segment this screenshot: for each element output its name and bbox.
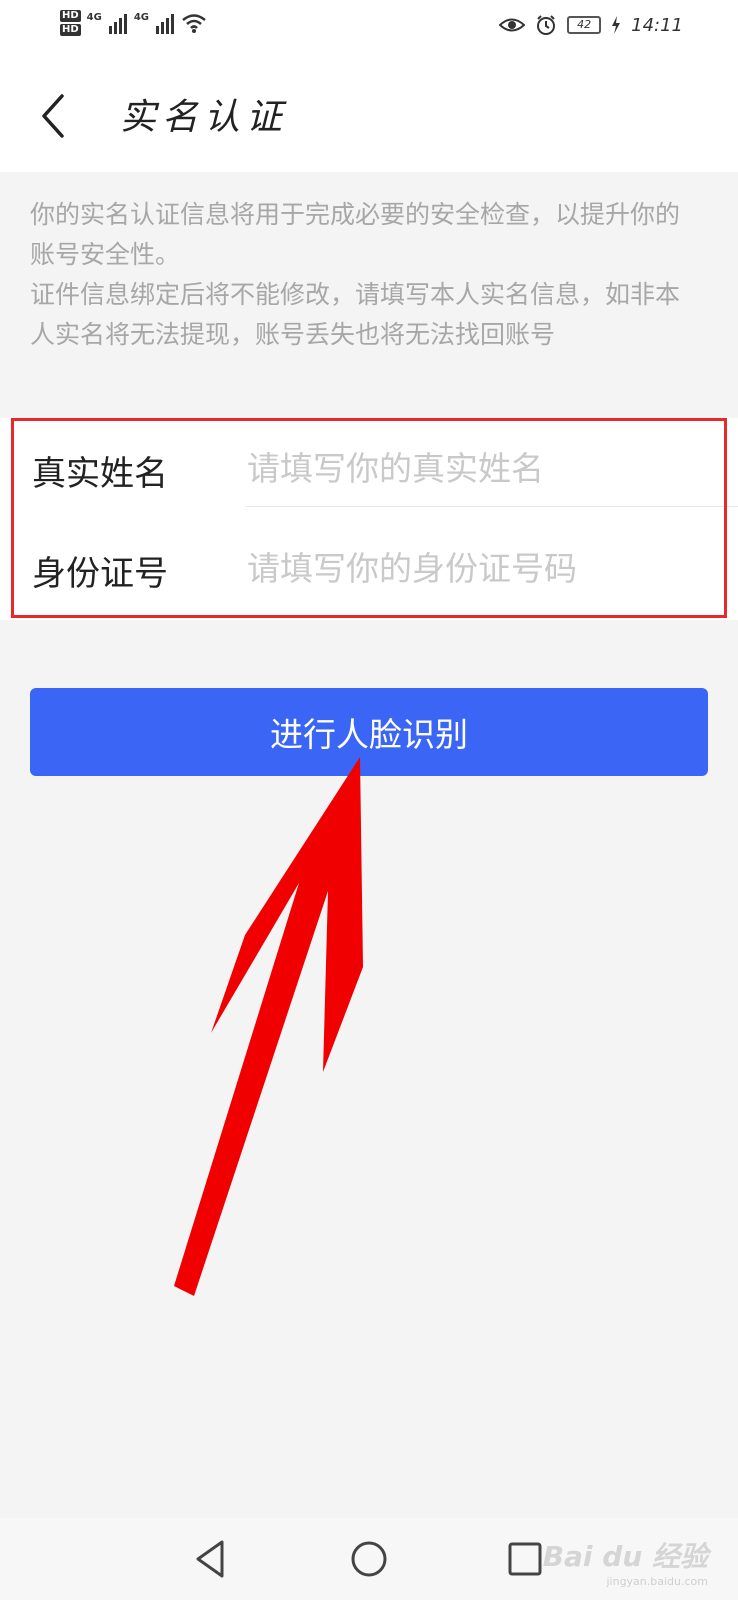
network-type-1: 4G	[86, 11, 102, 23]
chevron-left-icon	[42, 94, 64, 138]
signal-icon	[156, 14, 175, 34]
battery-icon: 42	[567, 16, 602, 34]
hd-badge-2: HD	[60, 24, 81, 36]
identity-form: 真实姓名 身份证号	[0, 418, 738, 620]
status-right: 42 14:11	[499, 14, 683, 36]
status-left: HD HD 4G 4G	[60, 10, 207, 36]
arrow-shape	[174, 757, 363, 1296]
form-divider	[245, 506, 738, 507]
nav-back-button[interactable]	[186, 1534, 236, 1584]
notice-text: 你的实名认证信息将用于完成必要的安全检查，以提升你的账号安全性。 证件信息绑定后…	[30, 195, 690, 355]
nav-home-icon	[351, 1541, 387, 1577]
face-recognition-button[interactable]: 进行人脸识别	[30, 688, 708, 776]
name-input[interactable]	[245, 438, 709, 498]
app-header: 实名认证	[0, 60, 738, 172]
back-button[interactable]	[30, 88, 80, 144]
nav-back-icon	[196, 1540, 224, 1578]
wifi-icon	[182, 14, 206, 33]
notice-line-2: 证件信息绑定后将不能修改，请填写本人实名信息，如非本人实名将无法提现，账号丢失也…	[30, 280, 681, 349]
watermark-text: Bai du 经验	[542, 1540, 708, 1573]
hd-indicators: HD HD	[60, 10, 81, 36]
form-row-name: 真实姓名	[0, 418, 738, 518]
form-row-id: 身份证号	[0, 518, 738, 618]
signal-icon	[108, 14, 127, 34]
alarm-icon	[537, 15, 556, 35]
hd-badge-1: HD	[60, 10, 81, 22]
nav-home-button[interactable]	[344, 1534, 394, 1584]
page-title: 实名认证	[120, 97, 289, 138]
id-number-input[interactable]	[245, 538, 709, 598]
status-time: 14:11	[631, 14, 683, 36]
watermark: Bai du 经验 jingyan.baidu.com	[543, 1535, 708, 1588]
eye-icon	[499, 18, 526, 32]
name-label: 真实姓名	[32, 454, 168, 494]
network-type-2: 4G	[133, 11, 150, 23]
notice-line-1: 你的实名认证信息将用于完成必要的安全检查，以提升你的账号安全性。	[30, 200, 681, 269]
id-label: 身份证号	[32, 554, 168, 594]
status-bar: HD HD 4G 4G 42 14:11	[0, 0, 738, 60]
watermark-subtext: jingyan.baidu.com	[606, 1575, 708, 1588]
charging-icon	[612, 16, 621, 34]
